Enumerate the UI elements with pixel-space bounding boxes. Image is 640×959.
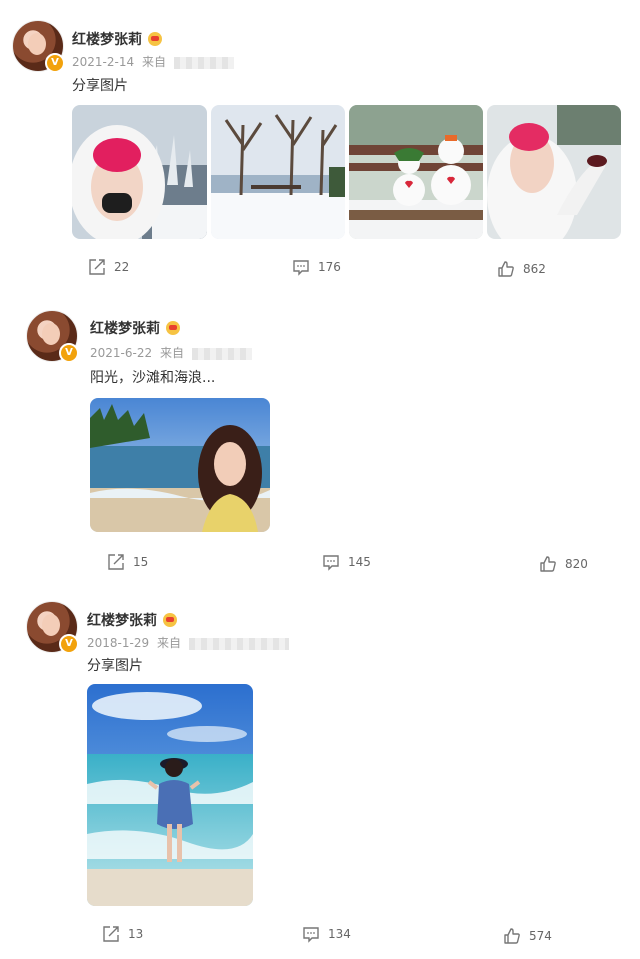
post-photo-1[interactable] <box>87 684 253 906</box>
like-action[interactable]: 574 <box>503 927 552 945</box>
verified-badge-icon: V <box>59 634 79 654</box>
post-text: 分享图片 <box>87 658 143 674</box>
comment-icon <box>303 927 319 943</box>
username[interactable]: 红楼梦张莉 <box>87 610 177 630</box>
comment-count: 134 <box>328 927 351 941</box>
username-text[interactable]: 红楼梦张莉 <box>87 613 157 629</box>
weibo-post-3: V 红楼梦张莉 2018-1-29 来自 分享图片 13 134 574 <box>0 0 640 959</box>
share-icon <box>103 926 119 942</box>
comment-action[interactable]: 134 <box>302 925 351 943</box>
like-icon <box>504 928 520 944</box>
blurred-source <box>188 637 289 650</box>
member-crown-icon <box>163 613 177 627</box>
source-label: 来自 <box>156 636 181 650</box>
like-count: 574 <box>529 929 552 943</box>
post-date[interactable]: 2018-1-29 <box>87 636 149 650</box>
post-meta: 2018-1-29 来自 <box>87 634 289 651</box>
share-count: 13 <box>128 927 144 941</box>
user-avatar[interactable]: V <box>26 601 79 654</box>
avatar-face <box>42 614 60 636</box>
share-action[interactable]: 13 <box>102 925 143 943</box>
